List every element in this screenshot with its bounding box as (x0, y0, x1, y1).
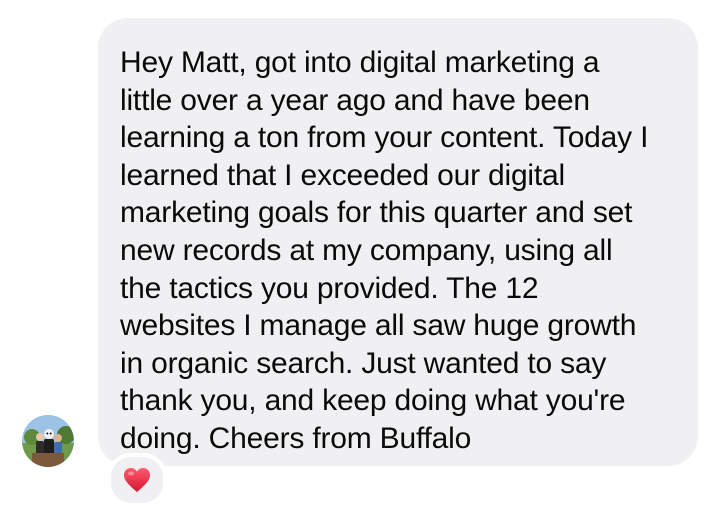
reaction-badge[interactable] (107, 453, 167, 507)
profile-photo-icon (22, 415, 74, 467)
message-bubble[interactable]: Hey Matt, got into digital marketing a l… (98, 18, 698, 466)
message-text: Hey Matt, got into digital marketing a l… (120, 46, 649, 455)
sender-avatar[interactable] (22, 415, 74, 467)
red-heart-icon (124, 468, 150, 492)
message-thread: Hey Matt, got into digital marketing a l… (0, 0, 726, 514)
